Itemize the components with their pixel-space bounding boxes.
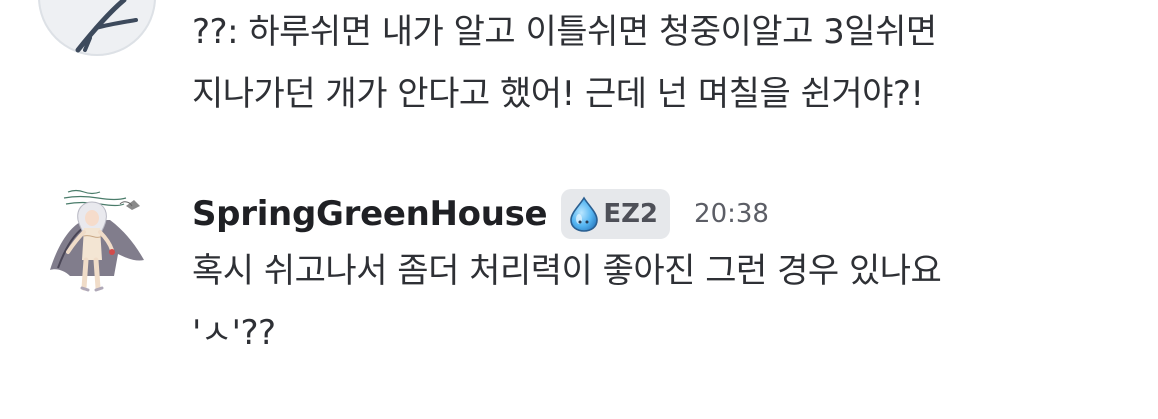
user-avatar-icon[interactable] [38,0,156,56]
message-line: ??: 하루쉬면 내가 알고 이틀쉬면 청중이알고 3일쉬면 [192,12,937,52]
water-drop-icon [570,196,599,232]
chat-messages: ??: 하루쉬면 내가 알고 이틀쉬면 청중이알고 3일쉬면 지나가던 개가 안… [0,0,1158,419]
username[interactable]: SpringGreenHouse [192,194,548,234]
message-line: 지나가던 개가 안다고 했어! 근데 넌 며칠을 쉰거야?! [192,74,924,114]
message-header: SpringGreenHouse EZ2 20:38 [192,189,769,239]
server-tag-badge[interactable]: EZ2 [561,189,671,239]
user-avatar-icon[interactable] [40,180,152,300]
message-line: 'ㅅ'?? [192,313,276,353]
badge-label: EZ2 [603,199,659,229]
message-line: 혹시 쉬고나서 좀더 처리력이 좋아진 그런 경우 있나요 [192,251,942,291]
timestamp[interactable]: 20:38 [694,199,769,229]
